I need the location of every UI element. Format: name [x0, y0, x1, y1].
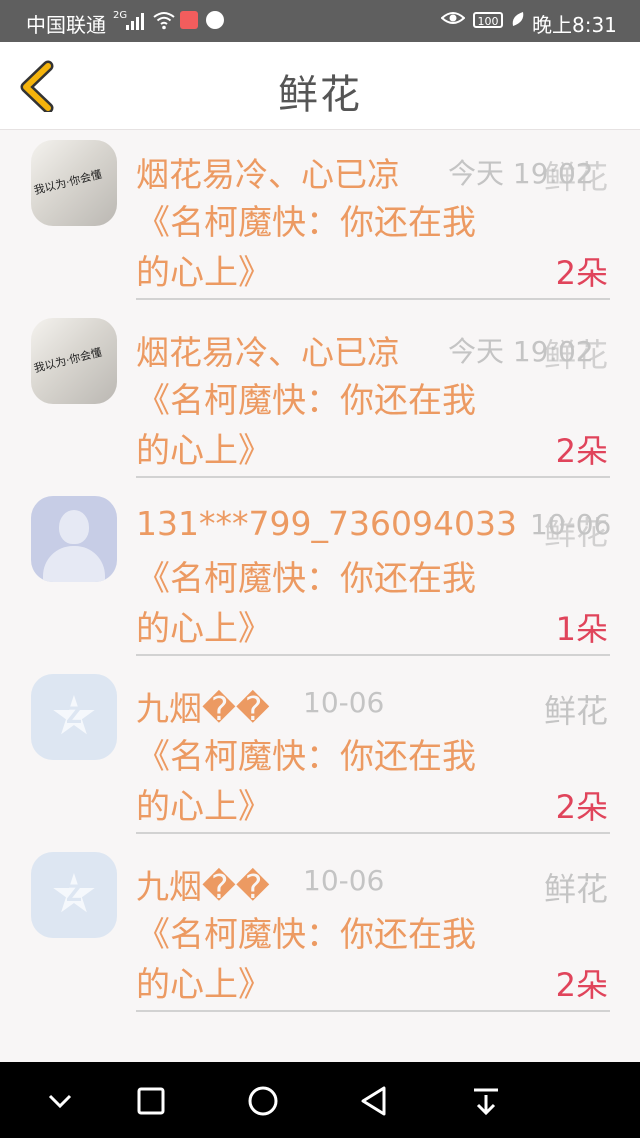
- battery-icon: 100: [473, 12, 503, 28]
- user-name[interactable]: 九烟��: [136, 860, 270, 908]
- flower-list: 我以为·你会懂 烟花易冷、心已凉 今天 19:02 鲜花 《名柯魔快：你还在我 …: [0, 130, 640, 1020]
- qq-avatar[interactable]: ★ Z: [31, 674, 117, 760]
- signal-bars-icon: [126, 12, 148, 30]
- user-name[interactable]: 九烟��: [136, 682, 270, 730]
- power-saving-leaf-icon: [511, 10, 525, 32]
- work-title-line: 的心上》: [136, 965, 272, 1005]
- flower-count: 2朵: [555, 254, 608, 292]
- work-title[interactable]: 《名柯魔快：你还在我 的心上》: [136, 910, 536, 1010]
- work-title-line: 的心上》: [136, 431, 272, 471]
- carrier-label: 中国联通: [26, 13, 106, 37]
- eye-comfort-icon: [440, 8, 466, 33]
- avatar-body-shape: [43, 546, 105, 582]
- list-item[interactable]: ★ Z 九烟�� 10-06 鲜花 《名柯魔快：你还在我 的心上》 2朵: [0, 842, 640, 1020]
- avatar-caption: 我以为·你会懂: [32, 345, 104, 376]
- clock: 晚上8:31: [532, 13, 617, 37]
- work-title-line: 的心上》: [136, 787, 272, 827]
- flower-count: 1朵: [555, 610, 608, 648]
- triangle-back-icon[interactable]: [357, 1084, 391, 1118]
- gift-type: 鲜花: [543, 336, 608, 374]
- chevron-down-icon[interactable]: [43, 1084, 77, 1118]
- timestamp: 10-06: [303, 686, 385, 719]
- notification-send-icon: [206, 11, 224, 29]
- work-title-line: 的心上》: [136, 253, 272, 293]
- work-title-line: 《名柯魔快：你还在我: [136, 915, 476, 955]
- download-icon[interactable]: [469, 1084, 503, 1118]
- flower-count: 2朵: [555, 966, 608, 1004]
- work-title-line: 的心上》: [136, 609, 272, 649]
- user-name[interactable]: 131***799_736094033: [136, 504, 517, 543]
- wifi-icon: [152, 8, 176, 37]
- photo-avatar[interactable]: 我以为·你会懂: [31, 140, 117, 226]
- list-item[interactable]: 131***799_736094033 10-06 鲜花 《名柯魔快：你还在我 …: [0, 486, 640, 664]
- flower-count: 2朵: [555, 432, 608, 470]
- avatar-caption: 我以为·你会懂: [32, 167, 104, 198]
- work-title[interactable]: 《名柯魔快：你还在我 的心上》: [136, 198, 536, 298]
- list-item[interactable]: ★ Z 九烟�� 10-06 鲜花 《名柯魔快：你还在我 的心上》 2朵: [0, 664, 640, 842]
- gift-type: 鲜花: [543, 158, 608, 196]
- timestamp: 10-06: [303, 864, 385, 897]
- flower-count: 2朵: [555, 788, 608, 826]
- z-letter-icon: Z: [66, 704, 82, 729]
- qq-avatar[interactable]: ★ Z: [31, 852, 117, 938]
- status-bar: 中国联通 2G 100 晚上8:31: [0, 0, 640, 42]
- work-title-line: 《名柯魔快：你还在我: [136, 203, 476, 243]
- list-item[interactable]: 我以为·你会懂 烟花易冷、心已凉 今天 19:02 鲜花 《名柯魔快：你还在我 …: [0, 130, 640, 308]
- notification-app-icon: [180, 11, 198, 29]
- square-icon[interactable]: [134, 1084, 168, 1118]
- photo-avatar[interactable]: 我以为·你会懂: [31, 318, 117, 404]
- user-name[interactable]: 烟花易冷、心已凉: [136, 326, 400, 374]
- z-letter-icon: Z: [66, 882, 82, 907]
- header-bar: 鲜花: [0, 42, 640, 130]
- page-title: 鲜花: [278, 72, 362, 118]
- signal-type-label: 2G: [113, 10, 128, 21]
- divider: [136, 1010, 610, 1012]
- work-title[interactable]: 《名柯魔快：你还在我 的心上》: [136, 376, 536, 476]
- divider: [136, 476, 610, 478]
- divider: [136, 298, 610, 300]
- work-title-line: 《名柯魔快：你还在我: [136, 737, 476, 777]
- gift-type: 鲜花: [543, 692, 608, 730]
- avatar-head-shape: [59, 510, 89, 544]
- work-title[interactable]: 《名柯魔快：你还在我 的心上》: [136, 732, 536, 832]
- work-title-line: 《名柯魔快：你还在我: [136, 381, 476, 421]
- gift-type: 鲜花: [543, 514, 608, 552]
- system-nav-bar: [0, 1062, 640, 1138]
- work-title[interactable]: 《名柯魔快：你还在我 的心上》: [136, 554, 536, 654]
- list-item[interactable]: 我以为·你会懂 烟花易冷、心已凉 今天 19:02 鲜花 《名柯魔快：你还在我 …: [0, 308, 640, 486]
- work-title-line: 《名柯魔快：你还在我: [136, 559, 476, 599]
- divider: [136, 832, 610, 834]
- default-user-avatar[interactable]: [31, 496, 117, 582]
- user-name[interactable]: 烟花易冷、心已凉: [136, 148, 400, 196]
- divider: [136, 654, 610, 656]
- gift-type: 鲜花: [543, 870, 608, 908]
- circle-home-icon[interactable]: [246, 1084, 280, 1118]
